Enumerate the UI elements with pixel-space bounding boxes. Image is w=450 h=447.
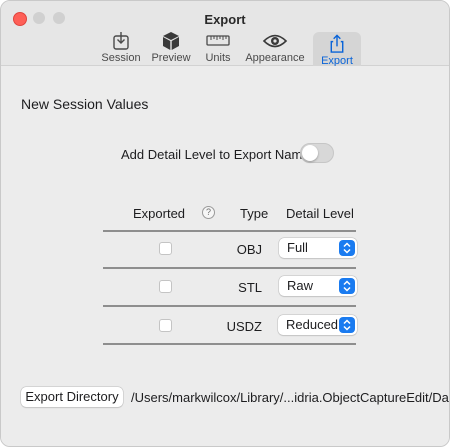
chevron-updown-icon <box>339 317 355 333</box>
chevron-updown-icon <box>339 240 355 256</box>
export-directory-path: /Users/markwilcox/Library/...idria.Objec… <box>131 390 450 405</box>
window-title: Export <box>204 12 246 27</box>
tab-units[interactable]: Units <box>200 31 236 65</box>
export-directory-button[interactable]: Export Directory <box>21 387 123 407</box>
row-type-usdz: USDZ <box>226 319 262 334</box>
tab-units-label: Units <box>205 52 231 64</box>
share-icon <box>330 34 344 53</box>
column-header-type: Type <box>240 206 269 221</box>
tab-preview[interactable]: Preview <box>147 31 195 65</box>
row-type-obj: OBJ <box>236 242 262 257</box>
exported-checkbox-stl[interactable] <box>159 280 172 293</box>
detail-level-value: Raw <box>287 278 314 293</box>
tab-session[interactable]: Session <box>99 31 143 65</box>
table-divider <box>103 343 356 345</box>
ruler-icon <box>206 35 230 46</box>
detail-level-value: Reduced <box>286 317 339 332</box>
table-divider <box>103 230 356 232</box>
export-window: Export Session Preview Units Appearance … <box>0 0 450 447</box>
row-type-stl: STL <box>238 280 262 295</box>
chevron-updown-icon <box>339 278 355 294</box>
detail-level-toggle[interactable] <box>300 143 334 163</box>
export-settings-panel: New Session Values Add Detail Level to E… <box>1 66 449 446</box>
toggle-knob <box>302 145 318 161</box>
table-divider <box>103 267 356 269</box>
help-icon[interactable]: ? <box>202 206 215 219</box>
eye-icon <box>262 34 288 48</box>
column-header-detail-level: Detail Level <box>286 206 354 221</box>
detail-level-toggle-label: Add Detail Level to Export Name <box>121 147 310 162</box>
exported-checkbox-obj[interactable] <box>159 242 172 255</box>
column-header-exported: Exported <box>133 206 186 221</box>
detail-level-select-usdz[interactable]: Reduced <box>278 315 357 335</box>
detail-level-select-stl[interactable]: Raw <box>279 276 357 296</box>
exported-checkbox-usdz[interactable] <box>159 319 172 332</box>
titlebar: Export Session Preview Units Appearance … <box>1 1 449 72</box>
detail-level-select-obj[interactable]: Full <box>279 238 357 258</box>
tab-preview-label: Preview <box>151 52 191 64</box>
section-title: New Session Values <box>21 96 149 112</box>
tab-session-label: Session <box>101 52 141 64</box>
cube-icon <box>163 32 179 50</box>
tab-appearance[interactable]: Appearance <box>241 31 309 65</box>
tab-appearance-label: Appearance <box>245 52 305 64</box>
table-divider <box>103 305 356 307</box>
session-icon <box>113 32 129 50</box>
detail-level-value: Full <box>287 240 308 255</box>
